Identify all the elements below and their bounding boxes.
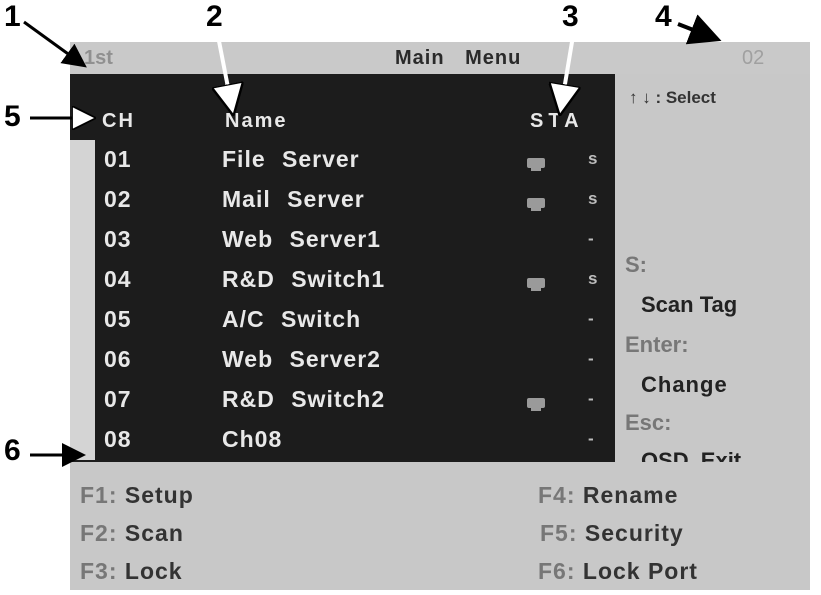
callout-arrows: [23, 14, 722, 467]
arrow-2: [218, 35, 232, 108]
arrow-4: [677, 14, 722, 45]
arrow-1: [23, 20, 87, 68]
arrow-3: [561, 35, 573, 108]
